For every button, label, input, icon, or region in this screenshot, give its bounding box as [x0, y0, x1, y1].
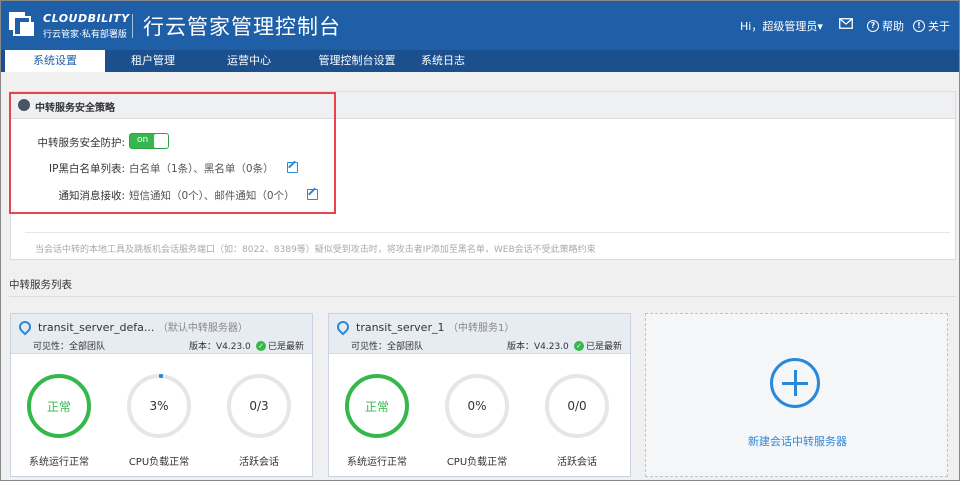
location-pin-icon [334, 318, 352, 336]
server-name-text: transit_server_defa... [38, 321, 155, 334]
edit-notify-icon[interactable] [307, 189, 318, 200]
active-sessions-ring: 0/0 [545, 374, 609, 438]
server-status: ✓ 已是最新 [256, 339, 304, 352]
user-greeting: Hi，超级管理员 [740, 20, 818, 33]
globe-icon [18, 99, 30, 111]
nav-tab-tenant-management[interactable]: 租户管理 [105, 50, 201, 72]
server-list-title: 中转服务列表 [9, 279, 72, 291]
new-server-label: 新建会话中转服务器 [748, 435, 847, 448]
system-status-ring: 正常 [345, 374, 409, 438]
notify-value: 短信通知（0个）、邮件通知（0个） [129, 190, 295, 202]
server-card-header: transit_server_defa... （默认中转服务器） 可见性：全部团… [11, 314, 312, 354]
check-circle-icon: ✓ [574, 340, 584, 351]
system-status-caption: 系统运行正常 [347, 457, 407, 468]
cpu-load-indicator [159, 374, 163, 378]
server-version: 版本：V4.23.0 [189, 342, 251, 352]
app-header: CLOUDBILITY 行云管家·私有部署版 行云管家管理控制台 Hi，超级管理… [1, 1, 959, 50]
policy-note: 当会话中转的本地工具及跳板机会话服务端口（如：8022、8389等）疑似受到攻击… [35, 245, 596, 255]
chevron-down-icon: ▾ [817, 20, 823, 33]
mail-button[interactable] [839, 18, 853, 29]
notify-label: 通知消息接收: [58, 190, 125, 202]
protection-label: 中转服务安全防护: [37, 137, 125, 149]
cloudbility-logo-icon [9, 9, 37, 39]
nav-tab-operations-center[interactable]: 运营中心 [201, 50, 297, 72]
help-icon: ? [867, 20, 879, 32]
mail-icon [839, 18, 853, 29]
server-card[interactable]: transit_server_defa... （默认中转服务器） 可见性：全部团… [10, 313, 313, 477]
server-visibility: 可见性：全部团队 [351, 342, 424, 352]
protection-toggle[interactable]: on [129, 133, 169, 149]
nav-tab-console-settings[interactable]: 管理控制台设置 [297, 50, 417, 72]
cpu-load-caption: CPU负载正常 [128, 457, 190, 468]
toggle-state: on [137, 135, 149, 145]
plus-circle-icon [770, 358, 820, 408]
header-divider [132, 14, 133, 38]
app-title: 行云管家管理控制台 [143, 15, 341, 39]
about-label: 关于 [928, 20, 950, 33]
active-sessions-ring: 0/3 [227, 374, 291, 438]
section-divider [9, 296, 956, 297]
toggle-knob [154, 134, 168, 148]
security-policy-panel: 中转服务安全策略 中转服务安全防护: on IP黑白名单列表: 白名单（1条）、… [10, 91, 956, 260]
main-nav: 系统设置 租户管理 运营中心 管理控制台设置 系统日志 [1, 50, 959, 72]
server-name-text: transit_server_1 [356, 321, 445, 334]
server-card[interactable]: transit_server_1 （中转服务1） 可见性：全部团队 版本：V4.… [328, 313, 631, 477]
server-card-header: transit_server_1 （中转服务1） 可见性：全部团队 版本：V4.… [329, 314, 630, 354]
help-label: 帮助 [882, 20, 904, 33]
server-name: transit_server_defa... （默认中转服务器） [38, 319, 248, 334]
cpu-load-ring: 3% [127, 374, 191, 438]
divider [25, 232, 950, 233]
nav-tab-system-settings[interactable]: 系统设置 [5, 50, 105, 72]
active-sessions-caption: 活跃会话 [239, 457, 279, 468]
system-status-caption: 系统运行正常 [29, 457, 89, 468]
new-server-card[interactable]: 新建会话中转服务器 [645, 313, 948, 477]
ip-list-value: 白名单（1条）、黑名单（0条） [129, 163, 274, 175]
ip-list-label: IP黑白名单列表: [49, 163, 125, 175]
server-version: 版本：V4.23.0 [507, 342, 569, 352]
server-status: ✓ 已是最新 [574, 339, 622, 352]
server-subtitle: （中转服务1） [447, 323, 515, 334]
nav-tab-system-logs[interactable]: 系统日志 [417, 50, 469, 72]
server-visibility: 可见性：全部团队 [33, 342, 106, 352]
cpu-load-caption: CPU负载正常 [446, 457, 508, 468]
edit-ip-list-icon[interactable] [287, 162, 298, 173]
policy-title: 中转服务安全策略 [35, 103, 115, 114]
help-button[interactable]: ? 帮助 [867, 18, 904, 34]
server-status-text: 已是最新 [268, 342, 305, 352]
system-status-ring: 正常 [27, 374, 91, 438]
user-menu[interactable]: Hi，超级管理员▾ [740, 18, 823, 34]
server-name: transit_server_1 （中转服务1） [356, 319, 514, 334]
check-circle-icon: ✓ [256, 340, 266, 351]
location-pin-icon [16, 318, 34, 336]
server-status-text: 已是最新 [586, 342, 623, 352]
info-icon: ! [913, 20, 925, 32]
logo-text: CLOUDBILITY [43, 12, 130, 25]
cpu-load-ring: 0% [445, 374, 509, 438]
policy-header: 中转服务安全策略 [11, 92, 955, 119]
server-subtitle: （默认中转服务器） [157, 323, 248, 334]
logo-subtext: 行云管家·私有部署版 [43, 30, 127, 40]
active-sessions-caption: 活跃会话 [557, 457, 597, 468]
about-button[interactable]: ! 关于 [913, 18, 950, 34]
